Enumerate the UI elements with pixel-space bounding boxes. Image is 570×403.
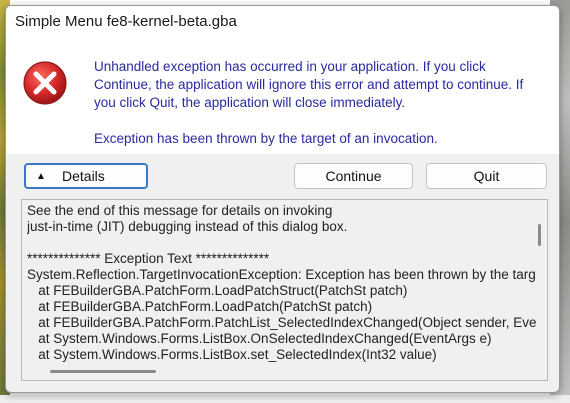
triangle-up-icon: ▲ xyxy=(36,171,46,182)
title-bar[interactable]: Simple Menu fe8-kernel-beta.gba xyxy=(6,6,559,36)
horizontal-scrollbar[interactable] xyxy=(50,370,156,373)
message-area: Unhandled exception has occurred in your… xyxy=(6,36,559,154)
background-app-bottom xyxy=(0,395,570,403)
continue-button[interactable]: Continue xyxy=(294,163,413,189)
quit-button[interactable]: Quit xyxy=(426,163,547,189)
details-button-label: Details xyxy=(62,168,105,184)
details-button[interactable]: ▲ Details xyxy=(24,163,148,189)
error-message-main: Unhandled exception has occurred in your… xyxy=(94,59,524,110)
vertical-scrollbar[interactable] xyxy=(538,224,541,246)
exception-dialog: Simple Menu fe8-kernel-beta.gba Unhandle… xyxy=(5,5,560,393)
details-textbox[interactable]: See the end of this message for details … xyxy=(21,199,548,381)
window-title: Simple Menu fe8-kernel-beta.gba xyxy=(15,12,237,30)
error-message-detail: Exception has been thrown by the target … xyxy=(94,131,438,146)
details-text: See the end of this message for details … xyxy=(27,203,537,362)
error-message: Unhandled exception has occurred in your… xyxy=(94,58,544,148)
error-icon xyxy=(23,61,67,105)
